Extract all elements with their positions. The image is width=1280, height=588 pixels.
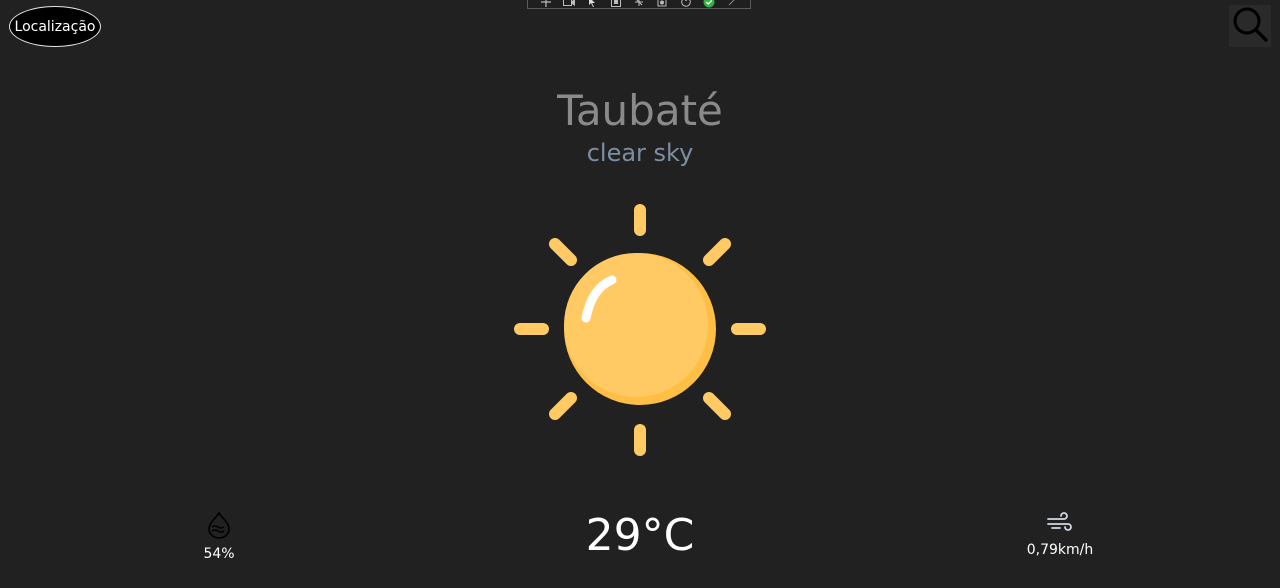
- weather-app: Localização Taubaté clear sky 54% 29°C 0…: [0, 0, 1280, 588]
- search-icon: [1231, 5, 1269, 47]
- accessibility-icon[interactable]: [680, 0, 692, 7]
- browser-extension-toolbar: [527, 0, 751, 9]
- shield-check-icon[interactable]: [703, 0, 715, 8]
- search-button[interactable]: [1229, 5, 1271, 47]
- city-name: Taubaté: [557, 86, 723, 135]
- pointer-icon[interactable]: [633, 0, 645, 7]
- move-icon[interactable]: [540, 0, 552, 7]
- record-icon[interactable]: [656, 0, 668, 7]
- collapse-icon[interactable]: [726, 0, 738, 7]
- location-button-label: Localização: [14, 18, 96, 35]
- wind-icon: [1000, 511, 1120, 539]
- sun-icon: [510, 200, 770, 460]
- wind-value: 0,79km/h: [1026, 542, 1094, 558]
- screenshot-icon[interactable]: [610, 0, 622, 7]
- weather-condition: clear sky: [586, 139, 694, 167]
- video-icon[interactable]: [562, 0, 575, 7]
- location-button[interactable]: Localização: [9, 6, 101, 47]
- wind-stat: 0,79km/h: [1000, 511, 1120, 559]
- cursor-icon[interactable]: [586, 0, 598, 7]
